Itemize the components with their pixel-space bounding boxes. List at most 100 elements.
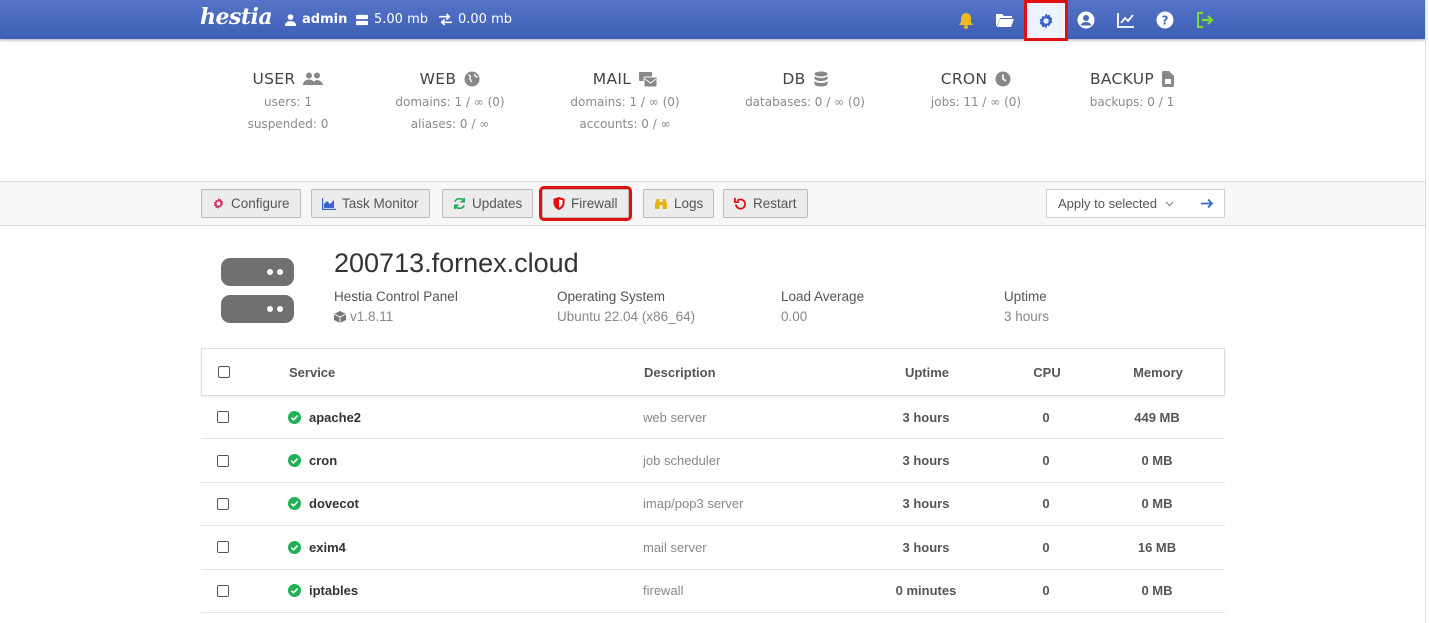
row-checkbox[interactable] [217,570,229,612]
stat-db[interactable]: DB databases: 0 / ∞ (0) [725,70,885,110]
toolbar-bottom-border [0,225,1425,226]
server-hostname: 200713.fornex.cloud [334,248,579,278]
service-uptime: 0 minutes [895,583,957,599]
header-memory[interactable]: Memory [1108,349,1208,395]
chevron-down-icon [1165,201,1174,206]
updates-label: Updates [472,196,523,211]
page-right-border [1425,0,1426,623]
statistics-icon[interactable] [1114,8,1138,32]
service-name: dovecot [309,496,359,512]
clock-icon [995,71,1011,87]
table-row[interactable]: exim4 mail server 3 hours 0 16 MB [201,526,1225,570]
shield-icon [553,197,565,210]
service-name-cell[interactable]: apache2 [288,396,361,438]
table-row[interactable]: dovecot imap/pop3 server 3 hours 0 0 MB [201,483,1225,527]
logs-button[interactable]: Logs [643,189,715,218]
load-value: 0.00 [781,309,808,324]
stat-user[interactable]: USER users: 1 suspended: 0 [208,70,368,132]
stat-backup[interactable]: BACKUP backups: 0 / 1 [1052,70,1212,110]
stat-mail-line: domains: 1 / ∞ (0) [570,95,680,109]
bandwidth-value: 0.00 mb [458,12,512,27]
service-uptime: 3 hours [902,453,950,469]
configure-button[interactable]: Configure [201,189,301,218]
firewall-label: Firewall [571,196,618,211]
disk-usage: 5.00 mb [355,0,428,39]
row-checkbox[interactable] [217,483,229,525]
header-cpu[interactable]: CPU [1007,349,1087,395]
stat-web-title: WEB [419,70,457,88]
stat-cron[interactable]: CRON jobs: 11 / ∞ (0) [896,70,1056,110]
header-description[interactable]: Description [644,349,716,395]
firewall-button[interactable]: Firewall [539,186,632,221]
apply-arrow-icon[interactable] [1201,198,1214,209]
panel-version: v1.8.11 [350,309,394,324]
service-name: exim4 [309,539,346,555]
stat-db-title: DB [782,70,806,88]
service-name: iptables [309,583,359,599]
table-row[interactable]: cron job scheduler 3 hours 0 0 MB [201,439,1225,483]
task-monitor-label: Task Monitor [342,196,419,211]
load-info: Load Average 0.00 [781,289,864,324]
service-name-cell[interactable]: iptables [288,570,358,612]
header-service[interactable]: Service [289,349,335,395]
status-ok-icon [288,584,301,598]
stat-mail[interactable]: MAIL domains: 1 / ∞ (0) accounts: 0 / ∞ [545,70,705,132]
username: admin [302,12,348,27]
table-row[interactable]: apache2 web server 3 hours 0 449 MB [201,396,1225,440]
box-icon [334,310,346,323]
service-memory: 0 MB [1141,453,1173,469]
service-cpu: 0 [1042,539,1050,555]
restart-button[interactable]: Restart [723,189,808,218]
service-name-cell[interactable]: cron [288,439,337,481]
logout-icon[interactable] [1193,8,1217,32]
row-checkbox[interactable] [217,439,229,481]
help-icon[interactable]: ? [1153,8,1177,32]
select-all-checkbox[interactable] [218,349,230,395]
service-memory: 449 MB [1134,409,1180,425]
apply-select-value: Apply to selected [1058,196,1158,211]
binoculars-icon [655,198,667,209]
account-icon[interactable] [1074,8,1098,32]
service-memory: 0 MB [1141,583,1173,599]
hestia-logo[interactable]: hestia [200,4,273,34]
row-checkbox[interactable] [217,526,229,568]
apply-to-selected-select[interactable]: Apply to selected [1046,189,1225,218]
service-name-cell[interactable]: dovecot [288,483,359,525]
os-value: Ubuntu 22.04 (x86_64) [557,309,696,324]
service-description: web server [643,409,707,425]
stat-db-line: databases: 0 / ∞ (0) [745,95,865,109]
notifications-icon[interactable] [954,8,978,32]
service-name-cell[interactable]: exim4 [288,526,346,568]
header-uptime[interactable]: Uptime [877,349,977,395]
service-cpu: 0 [1042,583,1050,599]
area-chart-icon [322,197,336,210]
stat-user-line: users: 1 [264,95,312,109]
service-memory: 0 MB [1141,496,1173,512]
undo-icon [734,197,746,210]
services-table: Service Description Uptime CPU Memory ap… [201,348,1225,613]
service-description: firewall [643,583,684,599]
row-checkbox[interactable] [217,396,229,438]
stat-web[interactable]: WEB domains: 1 / ∞ (0) aliases: 0 / ∞ [370,70,530,132]
table-row[interactable]: iptables firewall 0 minutes 0 0 MB [201,570,1225,613]
file-icon [1162,71,1175,87]
exchange-icon [439,13,452,26]
restart-label: Restart [753,196,797,211]
service-name: apache2 [309,409,362,425]
updates-button[interactable]: Updates [442,189,534,218]
panel-info: Hestia Control Panel v1.8.11 [334,289,458,324]
stat-user-line: suspended: 0 [247,117,329,131]
stat-mail-title: MAIL [592,70,632,88]
uptime-value: 3 hours [1004,309,1050,324]
file-manager-icon[interactable] [993,8,1017,32]
service-cpu: 0 [1042,496,1050,512]
uptime-info: Uptime 3 hours [1004,289,1049,324]
stat-backup-title: BACKUP [1089,70,1155,88]
task-monitor-button[interactable]: Task Monitor [311,189,430,218]
server-settings-icon[interactable] [1024,0,1068,41]
user-indicator[interactable]: admin [284,0,347,39]
globe-icon [464,71,480,87]
logs-label: Logs [674,196,704,211]
user-icon [284,14,297,26]
stat-backup-line: backups: 0 / 1 [1089,95,1175,109]
